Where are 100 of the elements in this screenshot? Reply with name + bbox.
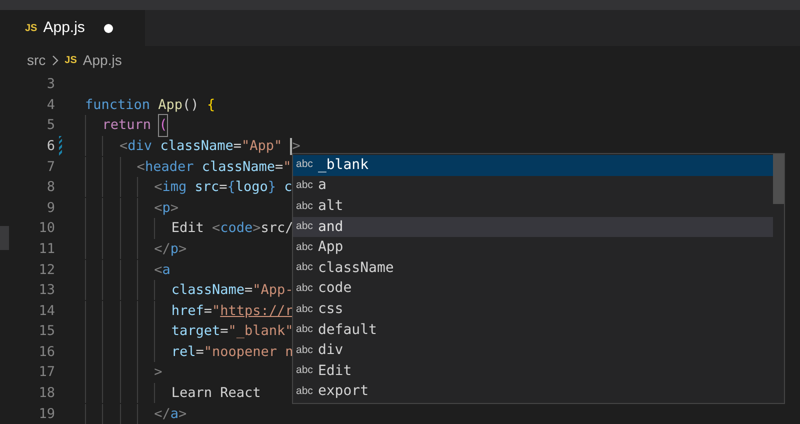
code-token: < (120, 136, 128, 156)
line-number: 6 (46, 136, 55, 156)
line-number: 13 (38, 281, 55, 300)
breadcrumb-item[interactable]: src (27, 50, 46, 70)
line-number: 14 (38, 302, 55, 321)
text-kind-label: abc (296, 302, 313, 317)
line-number: 10 (38, 219, 55, 238)
code-token: > (252, 219, 261, 238)
code-token: = (244, 281, 253, 300)
code-token: function (85, 96, 152, 115)
code-token: href (171, 302, 204, 321)
line-number: 9 (46, 198, 55, 218)
suggestion-label: and (318, 218, 344, 237)
code-token: "App" (241, 136, 284, 156)
code-token: > (154, 363, 162, 382)
code-token: < (154, 178, 162, 198)
suggestion-label: default (318, 320, 377, 340)
text-kind-label: abc (296, 198, 313, 214)
suggestion-label: a (318, 176, 326, 196)
code-token: className (160, 136, 234, 156)
code-token: a (162, 260, 170, 280)
code-token: img (162, 178, 188, 198)
suggestion-item[interactable]: abc App (293, 237, 773, 258)
code-token: } (268, 178, 278, 198)
code-token: "App- (252, 281, 294, 300)
suggestion-item[interactable]: abc export (293, 382, 773, 402)
text-kind-label: abc (296, 219, 313, 234)
suggestion-item[interactable]: abc Edit (293, 360, 773, 382)
code-token: https://r (220, 302, 294, 321)
code-token: < (154, 260, 162, 280)
code-token: src (194, 178, 220, 198)
file-type-label: JS (64, 54, 77, 68)
suggestion-item[interactable]: abc className (293, 258, 773, 279)
code-token: p (170, 240, 178, 259)
suggestion-item[interactable]: abc css (293, 299, 773, 320)
code-token: = (233, 136, 242, 156)
text-kind-label: abc (296, 384, 313, 399)
code-token: () (182, 96, 200, 115)
tab-label: App.js (43, 18, 85, 38)
code-token: header (144, 158, 195, 177)
line-number: 17 (38, 363, 55, 382)
code-token: < (154, 198, 162, 218)
code-token: ( (159, 115, 168, 136)
line-number: 3 (46, 75, 55, 94)
code-token: Edit (171, 219, 205, 238)
text-kind-label: abc (296, 178, 313, 194)
code-token: p (162, 198, 170, 218)
text-kind-label: abc (296, 260, 313, 276)
code-token: "_blank" (228, 322, 294, 342)
code-token: App (158, 96, 183, 115)
suggestion-label: code (318, 279, 352, 298)
suggestion-label: Edit (318, 362, 352, 381)
line-number: 11 (38, 240, 55, 259)
code-token: src/ (260, 219, 294, 238)
code-token: logo (235, 178, 268, 198)
code-token: className (202, 158, 275, 177)
suggestion-item[interactable]: abc div (293, 340, 773, 361)
suggestion-label: alt (318, 196, 344, 216)
text-kind-label: abc (296, 363, 313, 378)
suggestion-item[interactable]: abc alt (293, 196, 773, 217)
suggestion-label: _blank (318, 156, 369, 175)
code-token: > (178, 240, 187, 259)
code-token: = (219, 178, 228, 198)
code-token: "noopener n (204, 342, 294, 362)
editor-tab[interactable]: JS App.js (0, 10, 145, 46)
suggestion-item[interactable]: abc code (293, 278, 773, 300)
suggestion-label: className (318, 258, 394, 278)
suggestion-label: export (318, 382, 369, 402)
suggestion-label: div (318, 341, 344, 360)
chevron-right-icon (52, 54, 59, 66)
scrollbar-thumb[interactable] (773, 154, 784, 204)
text-kind-label: abc (296, 280, 313, 296)
code-token: { (206, 96, 216, 115)
suggestion-item[interactable]: abc _blank (293, 155, 773, 176)
code-token: { (227, 178, 236, 198)
line-number: 7 (46, 158, 55, 177)
text-kind-label: abc (296, 157, 313, 172)
code-token: = (220, 322, 228, 342)
code-token: < (136, 158, 145, 177)
suggestion-item[interactable]: abc and (293, 216, 773, 238)
code-token: > (170, 198, 178, 218)
code-token: </ (154, 240, 170, 259)
code-token: " (283, 158, 292, 177)
line-number: 12 (38, 260, 55, 280)
line-number: 15 (38, 322, 55, 342)
code-token: = (204, 302, 212, 321)
code-token: < (212, 219, 220, 238)
code-token: code (220, 219, 253, 238)
code-token: className (171, 281, 244, 300)
file-type-label: JS (25, 22, 38, 36)
side-marker (0, 226, 9, 250)
text-kind-label: abc (296, 322, 313, 338)
suggestion-label: App (318, 238, 344, 258)
suggestion-label: css (318, 300, 344, 319)
code-token: > (178, 404, 187, 424)
suggestion-item[interactable]: abc default (293, 320, 773, 340)
breadcrumb-item[interactable]: App.js (82, 50, 122, 70)
suggestion-item[interactable]: abc a (293, 176, 773, 196)
line-number: 16 (38, 342, 55, 362)
code-token: " (212, 302, 220, 321)
